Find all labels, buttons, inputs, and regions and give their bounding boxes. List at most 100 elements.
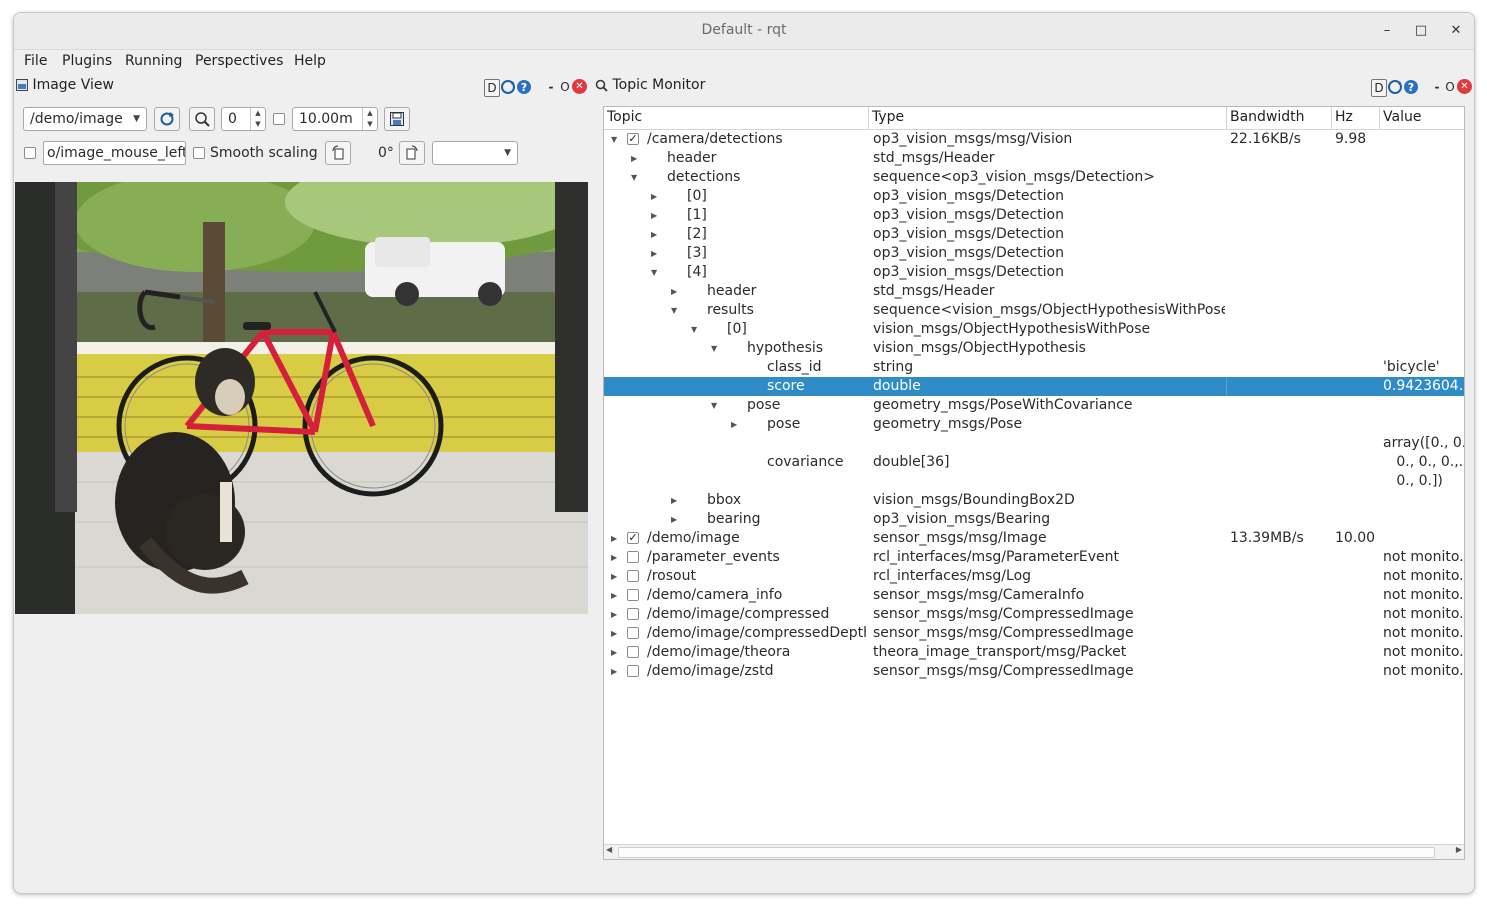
collapse-arrow-icon[interactable]: ▼ [631,168,637,187]
zoom-spinbox[interactable]: 0 ▲ ▼ [221,107,266,131]
topic-row[interactable]: ▶ /rosout rcl_interfaces/msg/Log not monito… [604,567,1464,586]
field-row[interactable]: ▼ [4] op3_vision_msgs/Detection [604,263,1464,282]
field-row[interactable]: covariance double[36] array([0., 0.,. 0., … [604,434,1464,491]
spin-arrows-icon[interactable]: ▲ ▼ [362,108,377,130]
field-row[interactable]: ▶ pose geometry_msgs/Pose [604,415,1464,434]
depth-checkbox[interactable] [273,113,285,125]
spin-arrows-icon[interactable]: ▲ ▼ [250,108,265,130]
topic-checkbox[interactable] [627,551,639,563]
header-type[interactable]: Type [872,109,904,125]
expand-arrow-icon[interactable]: ▶ [611,586,617,605]
collapse-arrow-icon[interactable]: ▼ [711,396,717,415]
maximize-button[interactable]: □ [1410,20,1432,42]
dock-minus-icon[interactable]: - [544,79,558,95]
expand-arrow-icon[interactable]: ▶ [671,491,677,510]
menu-help[interactable]: Help [294,53,326,69]
menu-perspectives[interactable]: Perspectives [195,53,283,69]
topic-checkbox[interactable] [627,665,639,677]
field-row[interactable]: ▼ results sequence<vision_msgs/ObjectHypot… [604,301,1464,320]
field-row[interactable]: ▼ [0] vision_msgs/ObjectHypothesisWithPose [604,320,1464,339]
expand-arrow-icon[interactable]: ▶ [611,624,617,643]
close-dock-icon[interactable]: ✕ [572,79,587,94]
expand-arrow-icon[interactable]: ▶ [631,149,637,168]
scrollbar-thumb[interactable] [618,847,1435,858]
expand-arrow-icon[interactable]: ▶ [611,567,617,586]
reload-icon[interactable] [1387,79,1403,95]
field-row[interactable]: score double 0.9423604.. [604,377,1464,396]
expand-arrow-icon[interactable]: ▶ [611,605,617,624]
header-topic[interactable]: Topic [607,109,642,125]
expand-arrow-icon[interactable]: ▶ [611,662,617,681]
dock-d-button[interactable]: D [484,79,500,97]
menu-plugins[interactable]: Plugins [62,53,112,69]
close-dock-icon[interactable]: ✕ [1457,79,1472,94]
topic-row[interactable]: ▶ /demo/camera_info sensor_msgs/msg/Camera… [604,586,1464,605]
header-value[interactable]: Value [1383,109,1421,125]
menu-file[interactable]: File [24,53,47,69]
zoom-button[interactable] [189,107,215,131]
help-icon[interactable]: ? [516,79,532,95]
help-icon[interactable]: ? [1403,79,1419,95]
header-hz[interactable]: Hz [1335,109,1353,125]
expand-arrow-icon[interactable]: ▶ [671,282,677,301]
expand-arrow-icon[interactable]: ▶ [651,244,657,263]
topic-checkbox[interactable] [627,627,639,639]
camera-image[interactable] [15,182,588,614]
field-row[interactable]: ▶ [1] op3_vision_msgs/Detection [604,206,1464,225]
expand-arrow-icon[interactable]: ▶ [651,187,657,206]
max-depth-spinbox[interactable]: 10.00m ▲ ▼ [292,107,378,131]
topic-select[interactable]: /demo/image ▼ [23,107,147,131]
topic-checkbox[interactable]: ✓ [627,532,639,544]
collapse-arrow-icon[interactable]: ▼ [711,339,717,358]
field-row[interactable]: ▶ header std_msgs/Header [604,149,1464,168]
collapse-arrow-icon[interactable]: ▼ [611,130,617,149]
rotate-left-button[interactable] [325,141,351,165]
topic-checkbox[interactable] [627,570,639,582]
topic-checkbox[interactable] [627,608,639,620]
field-row[interactable]: ▶ [2] op3_vision_msgs/Detection [604,225,1464,244]
dock-d-button[interactable]: D [1371,79,1387,97]
color-scheme-select[interactable]: ▼ [432,141,518,165]
horizontal-scrollbar[interactable]: ◀ ▶ [604,844,1464,859]
field-row[interactable]: ▼ hypothesis vision_msgs/ObjectHypothesis [604,339,1464,358]
topic-checkbox[interactable] [627,589,639,601]
scroll-right-icon[interactable]: ▶ [1456,845,1462,854]
expand-arrow-icon[interactable]: ▶ [611,548,617,567]
topic-checkbox[interactable]: ✓ [627,133,639,145]
reload-icon[interactable] [500,79,516,95]
mouse-publish-checkbox[interactable] [24,147,36,159]
field-row[interactable]: ▼ detections sequence<op3_vision_msgs/Dete… [604,168,1464,187]
topic-row[interactable]: ▶ /parameter_events rcl_interfaces/msg/Par… [604,548,1464,567]
smooth-scaling-checkbox[interactable] [193,147,205,159]
collapse-arrow-icon[interactable]: ▼ [651,263,657,282]
expand-arrow-icon[interactable]: ▶ [651,206,657,225]
expand-arrow-icon[interactable]: ▶ [731,415,737,434]
field-row[interactable]: class_id string 'bicycle' [604,358,1464,377]
field-row[interactable]: ▶ [0] op3_vision_msgs/Detection [604,187,1464,206]
collapse-arrow-icon[interactable]: ▼ [691,320,697,339]
image-view-dock-title[interactable]: Image View [16,77,114,99]
topic-row[interactable]: ▶ /demo/image/compressedDepth sensor_msgs/… [604,624,1464,643]
dock-minus-icon[interactable]: - [1430,79,1444,95]
field-row[interactable]: ▼ pose geometry_msgs/PoseWithCovariance [604,396,1464,415]
field-row[interactable]: ▶ bearing op3_vision_msgs/Bearing [604,510,1464,529]
field-row[interactable]: ▶ header std_msgs/Header [604,282,1464,301]
topic-row[interactable]: ▶ /demo/image/zstd sensor_msgs/msg/Compres… [604,662,1464,681]
save-image-button[interactable] [384,107,410,131]
scroll-left-icon[interactable]: ◀ [606,845,612,854]
expand-arrow-icon[interactable]: ▶ [611,529,617,548]
topic-checkbox[interactable] [627,646,639,658]
field-row[interactable]: ▶ bbox vision_msgs/BoundingBox2D [604,491,1464,510]
topic-row[interactable]: ▶ /demo/image/theora theora_image_transpor… [604,643,1464,662]
dock-o-button[interactable]: O [1443,79,1457,95]
expand-arrow-icon[interactable]: ▶ [671,510,677,529]
topic-row[interactable]: ▶ ✓ /demo/image sensor_msgs/msg/Image 13.39M… [604,529,1464,548]
close-window-button[interactable]: ✕ [1445,20,1467,42]
mouse-topic-input[interactable]: o/image_mouse_left [43,141,186,165]
field-row[interactable]: ▶ [3] op3_vision_msgs/Detection [604,244,1464,263]
minimize-button[interactable]: – [1376,20,1398,42]
topic-tree[interactable]: Topic Type Bandwidth Hz Value ▼ ✓ /camera/… [603,106,1465,860]
dock-o-button[interactable]: O [558,79,572,95]
menu-running[interactable]: Running [125,53,182,69]
topic-row[interactable]: ▶ /demo/image/compressed sensor_msgs/msg/C… [604,605,1464,624]
